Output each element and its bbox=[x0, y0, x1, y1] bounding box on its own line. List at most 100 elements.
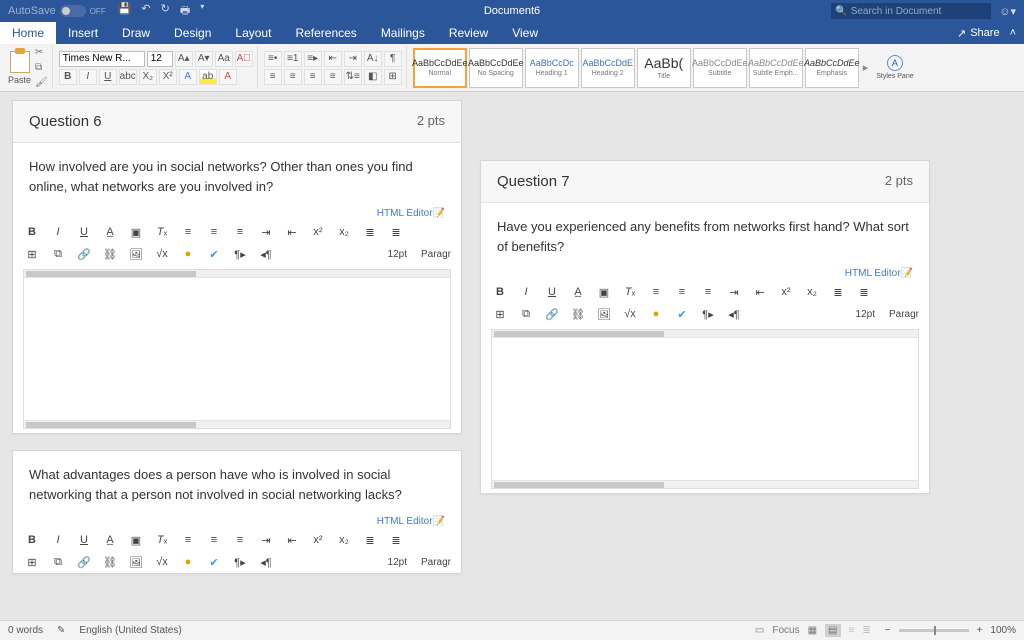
text-effects-icon[interactable]: A bbox=[179, 69, 197, 85]
font-name-select[interactable]: Times New R... bbox=[59, 51, 145, 67]
tab-insert[interactable]: Insert bbox=[56, 22, 110, 44]
change-case-icon[interactable]: Aa bbox=[215, 51, 233, 67]
superscript-button[interactable]: X² bbox=[159, 69, 177, 85]
sort-icon[interactable]: A↓ bbox=[364, 51, 382, 67]
ed-image-icon[interactable]: 🖼 bbox=[595, 305, 613, 323]
ed-unlink-icon[interactable]: ⛓ bbox=[101, 245, 119, 263]
ed-record-icon[interactable]: ● bbox=[647, 305, 665, 323]
justify-icon[interactable]: ≡ bbox=[324, 69, 342, 85]
ed-record-icon[interactable]: ● bbox=[179, 553, 197, 571]
focus-view-icon[interactable]: ▭ bbox=[755, 625, 764, 636]
ed-unlink-icon[interactable]: ⛓ bbox=[569, 305, 587, 323]
ed-math-icon[interactable]: √x bbox=[153, 553, 171, 571]
ed-check-icon[interactable]: ✔ bbox=[205, 245, 223, 263]
zoom-control[interactable]: − + 100% bbox=[885, 625, 1016, 636]
ed-bold-icon[interactable]: B bbox=[23, 223, 41, 241]
italic-button[interactable]: I bbox=[79, 69, 97, 85]
ed-outdent-icon[interactable]: ⇤ bbox=[283, 531, 301, 549]
shading-icon[interactable]: ◧ bbox=[364, 69, 382, 85]
save-icon[interactable]: 💾 bbox=[118, 2, 132, 21]
ed-bold-icon[interactable]: B bbox=[23, 531, 41, 549]
zoom-out-icon[interactable]: − bbox=[885, 625, 891, 636]
redo-icon[interactable]: ↻ bbox=[161, 2, 170, 21]
ed-align-center-icon[interactable]: ≡ bbox=[205, 223, 223, 241]
ed-align-center-icon[interactable]: ≡ bbox=[673, 283, 691, 301]
tab-review[interactable]: Review bbox=[437, 22, 500, 44]
zoom-in-icon[interactable]: + bbox=[977, 625, 983, 636]
subscript-button[interactable]: X₂ bbox=[139, 69, 157, 85]
ed-align-center-icon[interactable]: ≡ bbox=[205, 531, 223, 549]
shrink-font-icon[interactable]: A▾ bbox=[195, 51, 213, 67]
undo-icon[interactable]: ↶ bbox=[141, 2, 150, 21]
ed-clear-icon[interactable]: Tₓ bbox=[621, 283, 639, 301]
tab-layout[interactable]: Layout bbox=[223, 22, 283, 44]
tab-design[interactable]: Design bbox=[162, 22, 223, 44]
ed-check-icon[interactable]: ✔ bbox=[673, 305, 691, 323]
ed-outdent-icon[interactable]: ⇤ bbox=[283, 223, 301, 241]
ed-numbers-icon[interactable]: ≣ bbox=[855, 283, 873, 301]
ed-indent-icon[interactable]: ⇥ bbox=[257, 223, 275, 241]
ed-align-left-icon[interactable]: ≡ bbox=[647, 283, 665, 301]
multilevel-icon[interactable]: ≡▸ bbox=[304, 51, 322, 67]
collapse-ribbon-icon[interactable]: ˄ bbox=[1010, 27, 1016, 39]
ed-indent-icon[interactable]: ⇥ bbox=[725, 283, 743, 301]
align-right-icon[interactable]: ≡ bbox=[304, 69, 322, 85]
ed-underline-icon[interactable]: U bbox=[75, 223, 93, 241]
borders-icon[interactable]: ⊞ bbox=[384, 69, 402, 85]
customize-qat-icon[interactable]: ▾ bbox=[200, 2, 204, 21]
font-color-icon[interactable]: A bbox=[219, 69, 237, 85]
ed-align-right-icon[interactable]: ≡ bbox=[231, 223, 249, 241]
paste-button[interactable]: Paste bbox=[8, 51, 31, 85]
style-subtitle[interactable]: AaBbCcDdEeSubtitle bbox=[693, 48, 747, 88]
ed-bgcolor-icon[interactable]: ▣ bbox=[127, 531, 145, 549]
ed-table-icon[interactable]: ⊞ bbox=[23, 245, 41, 263]
ed-image-icon[interactable]: 🖼 bbox=[127, 245, 145, 263]
strike-button[interactable]: abc bbox=[119, 69, 137, 85]
ed-clear-icon[interactable]: Tₓ bbox=[153, 531, 171, 549]
ed-bullets-icon[interactable]: ≣ bbox=[361, 531, 379, 549]
web-layout-icon[interactable]: ▤ bbox=[825, 624, 840, 637]
style-subtle-emph[interactable]: AaBbCcDdEeSubtle Emph... bbox=[749, 48, 803, 88]
ed-numbers-icon[interactable]: ≣ bbox=[387, 223, 405, 241]
html-editor-link[interactable]: HTML Editor📝 bbox=[481, 266, 929, 281]
styles-more-icon[interactable]: ▸ bbox=[861, 61, 871, 74]
ed-fontsize-select[interactable]: 12pt bbox=[856, 309, 875, 320]
ed-bgcolor-icon[interactable]: ▣ bbox=[595, 283, 613, 301]
style-normal[interactable]: AaBbCcDdEeNormal bbox=[413, 48, 467, 88]
tab-mailings[interactable]: Mailings bbox=[369, 22, 437, 44]
ed-sub-icon[interactable]: x₂ bbox=[803, 283, 821, 301]
ed-math-icon[interactable]: √x bbox=[621, 305, 639, 323]
tab-view[interactable]: View bbox=[500, 22, 550, 44]
feedback-icon[interactable]: ☺▾ bbox=[999, 5, 1016, 18]
html-editor-link[interactable]: HTML Editor📝 bbox=[13, 514, 461, 529]
style-heading2[interactable]: AaBbCcDdEHeading 2 bbox=[581, 48, 635, 88]
style-emphasis[interactable]: AaBbCcDdEeEmphasis bbox=[805, 48, 859, 88]
style-heading1[interactable]: AaBbCcDcHeading 1 bbox=[525, 48, 579, 88]
ed-ltr-icon[interactable]: ¶▸ bbox=[231, 553, 249, 571]
print-icon[interactable]: 🖶 bbox=[180, 2, 190, 21]
styles-pane-button[interactable]: A Styles Pane bbox=[872, 55, 917, 80]
ed-bold-icon[interactable]: B bbox=[491, 283, 509, 301]
ed-unlink-icon[interactable]: ⛓ bbox=[101, 553, 119, 571]
language-button[interactable]: English (United States) bbox=[79, 625, 181, 636]
ed-paragraph-select[interactable]: Paragr bbox=[421, 557, 451, 568]
ed-bgcolor-icon[interactable]: ▣ bbox=[127, 223, 145, 241]
ed-align-left-icon[interactable]: ≡ bbox=[179, 531, 197, 549]
html-editor-link[interactable]: HTML Editor📝 bbox=[13, 206, 461, 221]
ed-outdent-icon[interactable]: ⇤ bbox=[751, 283, 769, 301]
ed-sup-icon[interactable]: x² bbox=[777, 283, 795, 301]
zoom-value[interactable]: 100% bbox=[990, 625, 1016, 636]
ed-link-icon[interactable]: 🔗 bbox=[75, 553, 93, 571]
tab-home[interactable]: Home bbox=[0, 22, 56, 44]
decrease-indent-icon[interactable]: ⇤ bbox=[324, 51, 342, 67]
ed-italic-icon[interactable]: I bbox=[517, 283, 535, 301]
grow-font-icon[interactable]: A▴ bbox=[175, 51, 193, 67]
ed-ltr-icon[interactable]: ¶▸ bbox=[699, 305, 717, 323]
answer-textarea[interactable] bbox=[23, 269, 451, 429]
ed-indent-icon[interactable]: ⇥ bbox=[257, 531, 275, 549]
ed-paragraph-select[interactable]: Paragr bbox=[889, 309, 919, 320]
ed-record-icon[interactable]: ● bbox=[179, 245, 197, 263]
ed-sub-icon[interactable]: x₂ bbox=[335, 531, 353, 549]
ed-textcolor-icon[interactable]: A̲ bbox=[569, 283, 587, 301]
ed-embed-icon[interactable]: ⧉ bbox=[49, 245, 67, 263]
